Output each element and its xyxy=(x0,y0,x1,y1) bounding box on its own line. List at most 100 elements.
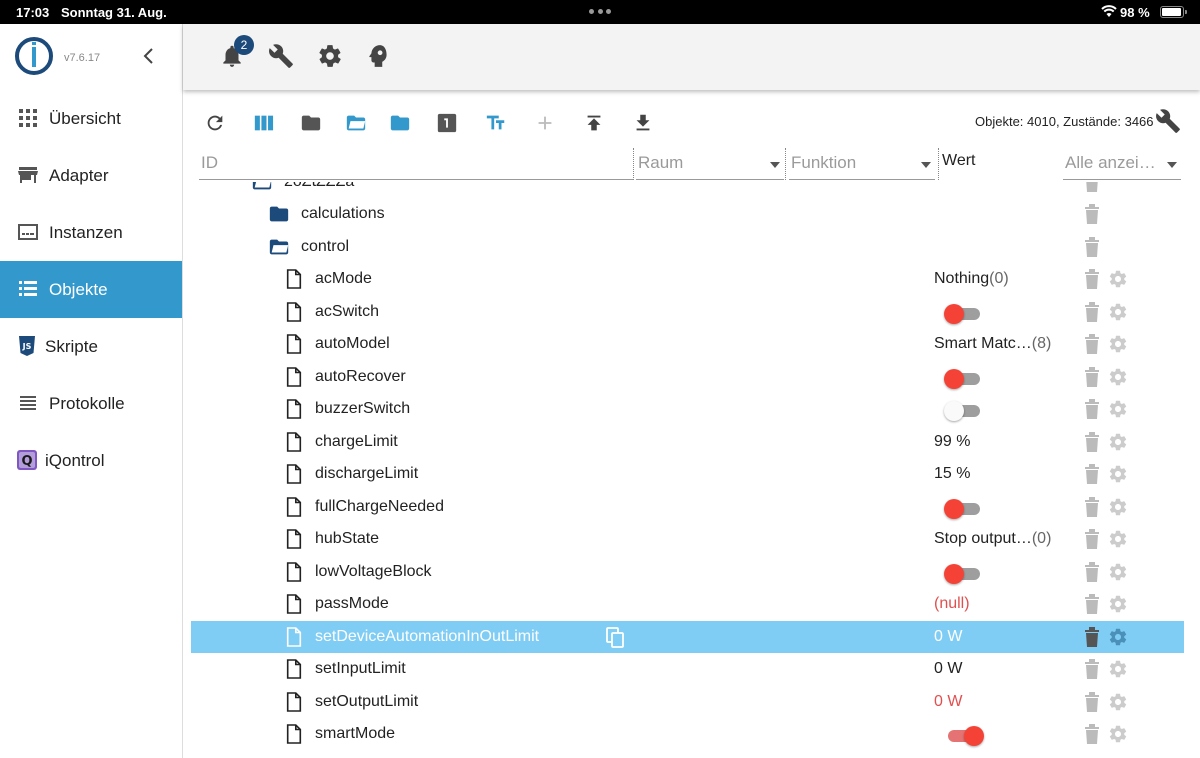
trash-icon[interactable] xyxy=(1084,399,1100,419)
gear-icon[interactable] xyxy=(1108,334,1128,354)
table-row[interactable]: setInputLimit 0 W xyxy=(191,653,1184,685)
gear-icon[interactable] xyxy=(1108,529,1128,549)
folder-solid-icon[interactable] xyxy=(389,112,411,134)
trash-icon[interactable] xyxy=(1084,366,1100,387)
file-icon xyxy=(286,724,302,744)
trash-icon[interactable] xyxy=(1084,204,1100,224)
trash-icon[interactable] xyxy=(1084,182,1100,192)
tree-row-label: calculations xyxy=(301,205,385,222)
function-filter-select[interactable]: Funktion xyxy=(789,148,935,180)
table-row[interactable]: fullChargeNeeded xyxy=(191,491,1184,523)
gear-icon[interactable] xyxy=(1108,269,1128,289)
copy-icon[interactable] xyxy=(605,626,625,649)
show-all-select[interactable]: Alle anzei… xyxy=(1063,148,1181,180)
folder-open-icon[interactable] xyxy=(345,112,367,134)
expert-mode-head-icon[interactable] xyxy=(366,43,392,69)
add-icon[interactable] xyxy=(534,112,556,134)
state-value: 0 W xyxy=(934,660,963,677)
trash-icon[interactable] xyxy=(1084,659,1100,679)
svg-text:Q: Q xyxy=(21,454,32,469)
gear-icon[interactable] xyxy=(1108,497,1128,517)
trash-icon[interactable] xyxy=(1084,561,1100,582)
gear-icon[interactable] xyxy=(1108,627,1128,647)
sidebar-item-adapter[interactable]: Adapter xyxy=(0,147,182,204)
gear-icon[interactable] xyxy=(1108,399,1128,419)
upload-icon[interactable] xyxy=(583,112,605,134)
state-value: Stop output…(0) xyxy=(934,530,1052,547)
trash-icon[interactable] xyxy=(1084,237,1100,257)
wrench-icon[interactable] xyxy=(268,43,294,69)
table-row[interactable]: acSwitch xyxy=(191,296,1184,328)
tree-row-label: 2oZtZZZa xyxy=(284,182,354,191)
table-row[interactable]: lowVoltageBlock xyxy=(191,556,1184,588)
sidebar-item-objekte[interactable]: Objekte xyxy=(0,261,182,318)
gear-icon[interactable] xyxy=(1108,594,1128,614)
table-row[interactable]: buzzerSwitch xyxy=(191,393,1184,425)
file-icon xyxy=(286,594,302,614)
trash-icon[interactable] xyxy=(1084,464,1100,484)
gear-icon[interactable] xyxy=(1108,692,1128,712)
table-row[interactable]: passMode (null) xyxy=(191,588,1184,620)
gear-icon[interactable] xyxy=(317,43,343,69)
file-icon xyxy=(286,691,302,712)
sidebar-item-iqontrol[interactable]: Q iQontrol xyxy=(0,432,182,489)
sidebar-item-uebersicht[interactable]: Übersicht xyxy=(0,90,182,147)
sidebar-item-skripte[interactable]: JS Skripte xyxy=(0,318,182,375)
state-toggle[interactable] xyxy=(944,498,982,519)
sidebar-item-label: Objekte xyxy=(49,280,108,299)
iobroker-logo[interactable] xyxy=(14,36,54,76)
trash-icon[interactable] xyxy=(1084,691,1100,712)
gear-icon[interactable] xyxy=(1108,367,1128,387)
columns-icon[interactable] xyxy=(253,112,275,134)
download-icon[interactable] xyxy=(632,112,654,134)
tree-folder-row[interactable]: control xyxy=(191,231,1184,263)
chevron-left-icon[interactable] xyxy=(140,46,158,66)
multitasking-dots-icon[interactable] xyxy=(589,9,611,15)
tree-folder-row[interactable]: calculations xyxy=(191,198,1184,230)
state-toggle[interactable] xyxy=(944,368,982,389)
trash-icon[interactable] xyxy=(1084,431,1100,452)
folder-icon[interactable] xyxy=(300,112,322,134)
sidebar-item-instanzen[interactable]: Instanzen xyxy=(0,204,182,261)
gear-icon[interactable] xyxy=(1108,562,1128,582)
trash-icon[interactable] xyxy=(1084,269,1100,289)
chevron-down-icon xyxy=(1167,162,1177,168)
table-row[interactable]: setOutputLimit 0 W xyxy=(191,686,1184,718)
trash-icon[interactable] xyxy=(1084,724,1100,744)
state-name: buzzerSwitch xyxy=(315,400,411,417)
chevron-down-icon xyxy=(921,162,931,168)
trash-icon[interactable] xyxy=(1084,626,1100,647)
state-toggle[interactable] xyxy=(944,563,982,584)
refresh-icon[interactable] xyxy=(204,112,226,134)
table-row[interactable]: dischargeLimit 15 % xyxy=(191,458,1184,490)
text-size-icon[interactable] xyxy=(485,112,507,134)
gear-icon[interactable] xyxy=(1108,302,1128,322)
state-toggle[interactable] xyxy=(944,726,984,746)
trash-icon[interactable] xyxy=(1084,496,1100,517)
state-toggle[interactable] xyxy=(944,401,982,421)
table-row[interactable]: chargeLimit 99 % xyxy=(191,426,1184,458)
table-row[interactable]: hubState Stop output…(0) xyxy=(191,523,1184,555)
table-row[interactable]: autoRecover xyxy=(191,361,1184,393)
trash-icon[interactable] xyxy=(1084,334,1100,354)
objects-panel: Objekte: 4010, Zustände: 3466 ID Raum Fu… xyxy=(191,98,1192,758)
looks-one-icon[interactable] xyxy=(436,112,458,134)
gear-icon[interactable] xyxy=(1108,464,1128,484)
gear-icon[interactable] xyxy=(1108,432,1128,452)
wrench-icon[interactable] xyxy=(1155,108,1181,134)
trash-icon[interactable] xyxy=(1084,529,1100,549)
tree-folder-row[interactable]: 2oZtZZZa xyxy=(191,182,1184,198)
gear-icon[interactable] xyxy=(1108,724,1128,744)
table-row[interactable]: autoModel Smart Matc…(8) xyxy=(191,328,1184,360)
table-row[interactable]: smartMode xyxy=(191,718,1184,750)
room-filter-select[interactable]: Raum xyxy=(636,148,784,180)
id-filter-input[interactable]: ID xyxy=(199,148,633,180)
sidebar-item-protokolle[interactable]: Protokolle xyxy=(0,375,182,432)
table-row[interactable]: setDeviceAutomationInOutLimit 0 W xyxy=(191,620,1184,653)
state-toggle[interactable] xyxy=(944,303,982,324)
gear-icon[interactable] xyxy=(1108,659,1128,679)
trash-icon[interactable] xyxy=(1084,301,1100,322)
state-name: setDeviceAutomationInOutLimit xyxy=(315,627,540,645)
trash-icon[interactable] xyxy=(1084,594,1100,614)
table-row[interactable]: acMode Nothing(0) xyxy=(191,263,1184,295)
